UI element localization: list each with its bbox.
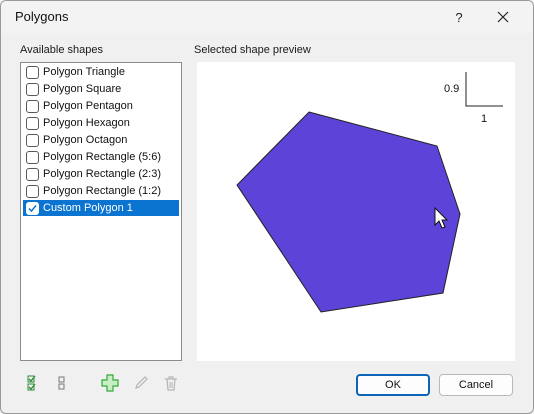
polygons-dialog: Polygons ? Available shapes Polygon Tria… [0, 0, 534, 414]
list-item-polygon-square[interactable]: Polygon Square [23, 81, 179, 97]
ok-button[interactable]: OK [356, 374, 430, 396]
checkbox[interactable] [26, 82, 39, 96]
check-all-button[interactable] [24, 373, 44, 393]
delete-button[interactable] [161, 373, 181, 393]
scale-y-label: 0.9 [444, 83, 460, 95]
custom-polygon-shape [236, 111, 461, 313]
list-item-polygon-rectangle-1-2[interactable]: Polygon Rectangle (1:2) [23, 183, 179, 199]
list-item-label: Polygon Pentagon [43, 100, 133, 112]
edit-icon [135, 376, 148, 389]
scale-indicator [465, 72, 503, 107]
add-icon [101, 374, 119, 392]
uncheck-all-icon [58, 376, 65, 390]
list-item-label: Custom Polygon 1 [43, 202, 133, 214]
close-button[interactable] [481, 1, 525, 33]
checkbox[interactable] [26, 116, 39, 130]
list-item-polygon-triangle[interactable]: Polygon Triangle [23, 64, 179, 80]
list-item-label: Polygon Hexagon [43, 117, 130, 129]
scale-x-label: 1 [481, 113, 488, 125]
list-item-polygon-hexagon[interactable]: Polygon Hexagon [23, 115, 179, 131]
checkmark-icon [28, 204, 37, 212]
checkbox[interactable] [26, 99, 39, 113]
list-item-custom-polygon-1[interactable]: Custom Polygon 1 [23, 200, 179, 216]
check-all-icon [27, 375, 36, 391]
help-button[interactable]: ? [437, 1, 481, 33]
uncheck-all-button[interactable] [52, 373, 72, 393]
list-item-polygon-rectangle-5-6[interactable]: Polygon Rectangle (5:6) [23, 149, 179, 165]
checkbox[interactable] [26, 65, 39, 79]
shape-preview-panel: 0.9 1 [197, 62, 515, 361]
checkbox[interactable] [26, 150, 39, 164]
checkbox-checked[interactable] [26, 201, 39, 215]
window-title: Polygons [15, 9, 69, 24]
title-bar: Polygons ? [1, 1, 533, 33]
list-item-label: Polygon Octagon [43, 134, 128, 146]
close-icon [497, 11, 509, 23]
list-item-label: Polygon Triangle [43, 66, 125, 78]
list-item-polygon-pentagon[interactable]: Polygon Pentagon [23, 98, 179, 114]
list-item-label: Polygon Rectangle (1:2) [43, 185, 162, 197]
shapes-list[interactable]: Polygon Triangle Polygon Square Polygon … [20, 62, 182, 361]
checkbox[interactable] [26, 133, 39, 147]
checkbox[interactable] [26, 184, 39, 198]
list-item-label: Polygon Square [43, 83, 122, 95]
list-item-polygon-octagon[interactable]: Polygon Octagon [23, 132, 179, 148]
list-item-polygon-rectangle-2-3[interactable]: Polygon Rectangle (2:3) [23, 166, 179, 182]
list-item-label: Polygon Rectangle (5:6) [43, 151, 162, 163]
preview-label: Selected shape preview [194, 44, 311, 56]
cancel-button[interactable]: Cancel [439, 374, 513, 396]
available-shapes-label: Available shapes [20, 44, 103, 56]
list-item-label: Polygon Rectangle (2:3) [43, 168, 162, 180]
help-icon: ? [455, 9, 463, 25]
edit-button[interactable] [131, 373, 151, 393]
delete-icon [165, 376, 177, 391]
checkbox[interactable] [26, 167, 39, 181]
preview-canvas [236, 72, 503, 313]
add-button[interactable] [100, 373, 120, 393]
